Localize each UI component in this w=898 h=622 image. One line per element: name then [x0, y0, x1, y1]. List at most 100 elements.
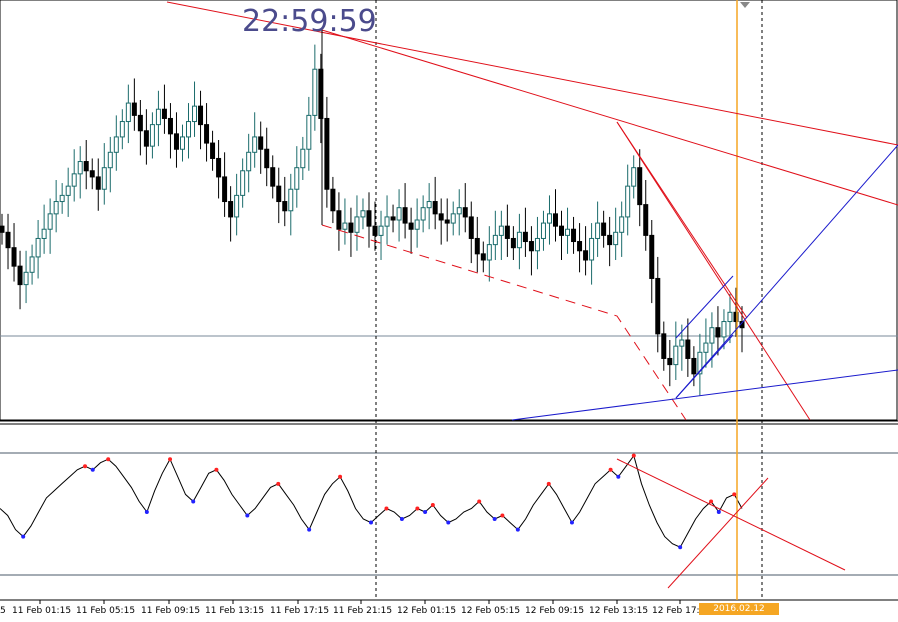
candle-body [420, 207, 426, 221]
candle-body [270, 167, 276, 187]
candle-body [300, 148, 306, 169]
candle-body [155, 108, 161, 126]
candle-body [571, 228, 577, 243]
candle-body [619, 216, 625, 233]
candle-body [444, 219, 450, 224]
candle-body [378, 225, 384, 236]
candle-body [685, 339, 691, 359]
osc-peak-dot [500, 513, 505, 518]
candle-body [727, 311, 733, 323]
candle-body [691, 357, 697, 375]
candle-body [324, 117, 330, 190]
time-axis-label: 12 Feb 13:15 [589, 606, 648, 616]
candle-body [402, 207, 408, 224]
candle-body [667, 357, 673, 366]
trend-line-blue [511, 369, 898, 421]
candle-body [192, 105, 198, 123]
candle-body [462, 207, 468, 218]
time-axis-label: 12 Feb 09:15 [525, 606, 584, 616]
time-axis-label: 11 Feb 01:15 [12, 606, 71, 616]
candle-body [625, 185, 631, 218]
candle-body [498, 225, 504, 236]
candle-body [583, 250, 589, 261]
candle-body [384, 216, 390, 227]
candle-body [540, 222, 546, 239]
candle-body [661, 333, 667, 359]
candle-body [438, 213, 444, 221]
candle-body [89, 170, 95, 178]
candle-body [119, 121, 125, 138]
candle-body [41, 228, 47, 239]
candle-body [456, 207, 462, 215]
candle-body [655, 277, 661, 335]
chart-canvas[interactable]: 5 11 Feb 01:15 11 Feb 05:15 11 Feb 09:15 11 … [0, 0, 898, 622]
candle-body [492, 234, 498, 246]
candle-body [5, 231, 11, 249]
osc-peak-dot [709, 499, 714, 504]
time-axis-label: 11 Feb 05:15 [76, 606, 135, 616]
candle-body [23, 271, 29, 286]
candle-body [59, 194, 65, 203]
osc-peak-dot [631, 453, 636, 458]
candle-body [613, 231, 619, 246]
time-axis-label: 12 Feb 17: [652, 606, 700, 616]
candle-body [450, 213, 456, 224]
osc-peak-dot [608, 467, 613, 472]
time-axis-label: 11 Feb 21:15 [333, 606, 392, 616]
oscillator-line [0, 454, 743, 548]
osc-peak-dot [168, 457, 173, 462]
candle-body [252, 136, 258, 153]
osc-trough-dot [144, 510, 149, 514]
candle-body [589, 237, 595, 261]
candle-body [234, 194, 240, 218]
candle-body [107, 151, 113, 169]
osc-peak-dot [384, 506, 389, 511]
candle-body [137, 114, 143, 132]
candle-body [414, 219, 420, 230]
candle-body [354, 216, 360, 233]
candle-body [306, 114, 312, 150]
time-axis-label: 5 [0, 606, 6, 616]
countdown-clock: 22:59:59 [242, 4, 377, 39]
candle-body [161, 108, 167, 119]
candle-body [0, 225, 5, 233]
candle-body [77, 161, 83, 175]
candle-body [210, 142, 216, 159]
candle-body [101, 167, 107, 190]
time-axis: 5 11 Feb 01:15 11 Feb 05:15 11 Feb 09:15 11 … [0, 600, 700, 616]
time-axis-label: 11 Feb 17:15 [270, 606, 329, 616]
candle-body [198, 105, 204, 126]
candle-body [35, 237, 41, 258]
candle-body [53, 201, 59, 215]
candle-body [637, 167, 643, 206]
candle-body [47, 213, 53, 230]
osc-trough-dot [245, 513, 250, 518]
candle-body [246, 151, 252, 172]
osc-trough-dot [423, 510, 428, 514]
osc-trend-line-red [616, 458, 846, 571]
cursor-time-label: 2016.02.12 22:30 [699, 603, 779, 622]
candle-body [607, 234, 613, 246]
candle-body [396, 207, 402, 221]
candle-body [565, 228, 571, 236]
candle-body [222, 176, 228, 203]
osc-peak-dot [214, 467, 219, 472]
osc-peak-dot [430, 502, 435, 507]
osc-peak-dot [546, 481, 551, 486]
candle-body [113, 136, 119, 153]
candle-body [29, 256, 35, 273]
candle-body [282, 201, 288, 212]
candle-body [288, 188, 294, 212]
candle-body [131, 102, 137, 116]
candle-body [721, 321, 727, 338]
scroll-marker-icon [740, 2, 750, 8]
candle-body [534, 237, 540, 252]
candle-body [679, 339, 685, 347]
candle-body [228, 201, 234, 218]
candle-body [294, 167, 300, 190]
candle-body [715, 327, 721, 338]
candle-body [167, 117, 173, 135]
chart-window[interactable]: 5 11 Feb 01:15 11 Feb 05:15 11 Feb 09:15 11 … [0, 0, 898, 622]
candle-body [17, 265, 23, 286]
candle-body [143, 130, 149, 147]
